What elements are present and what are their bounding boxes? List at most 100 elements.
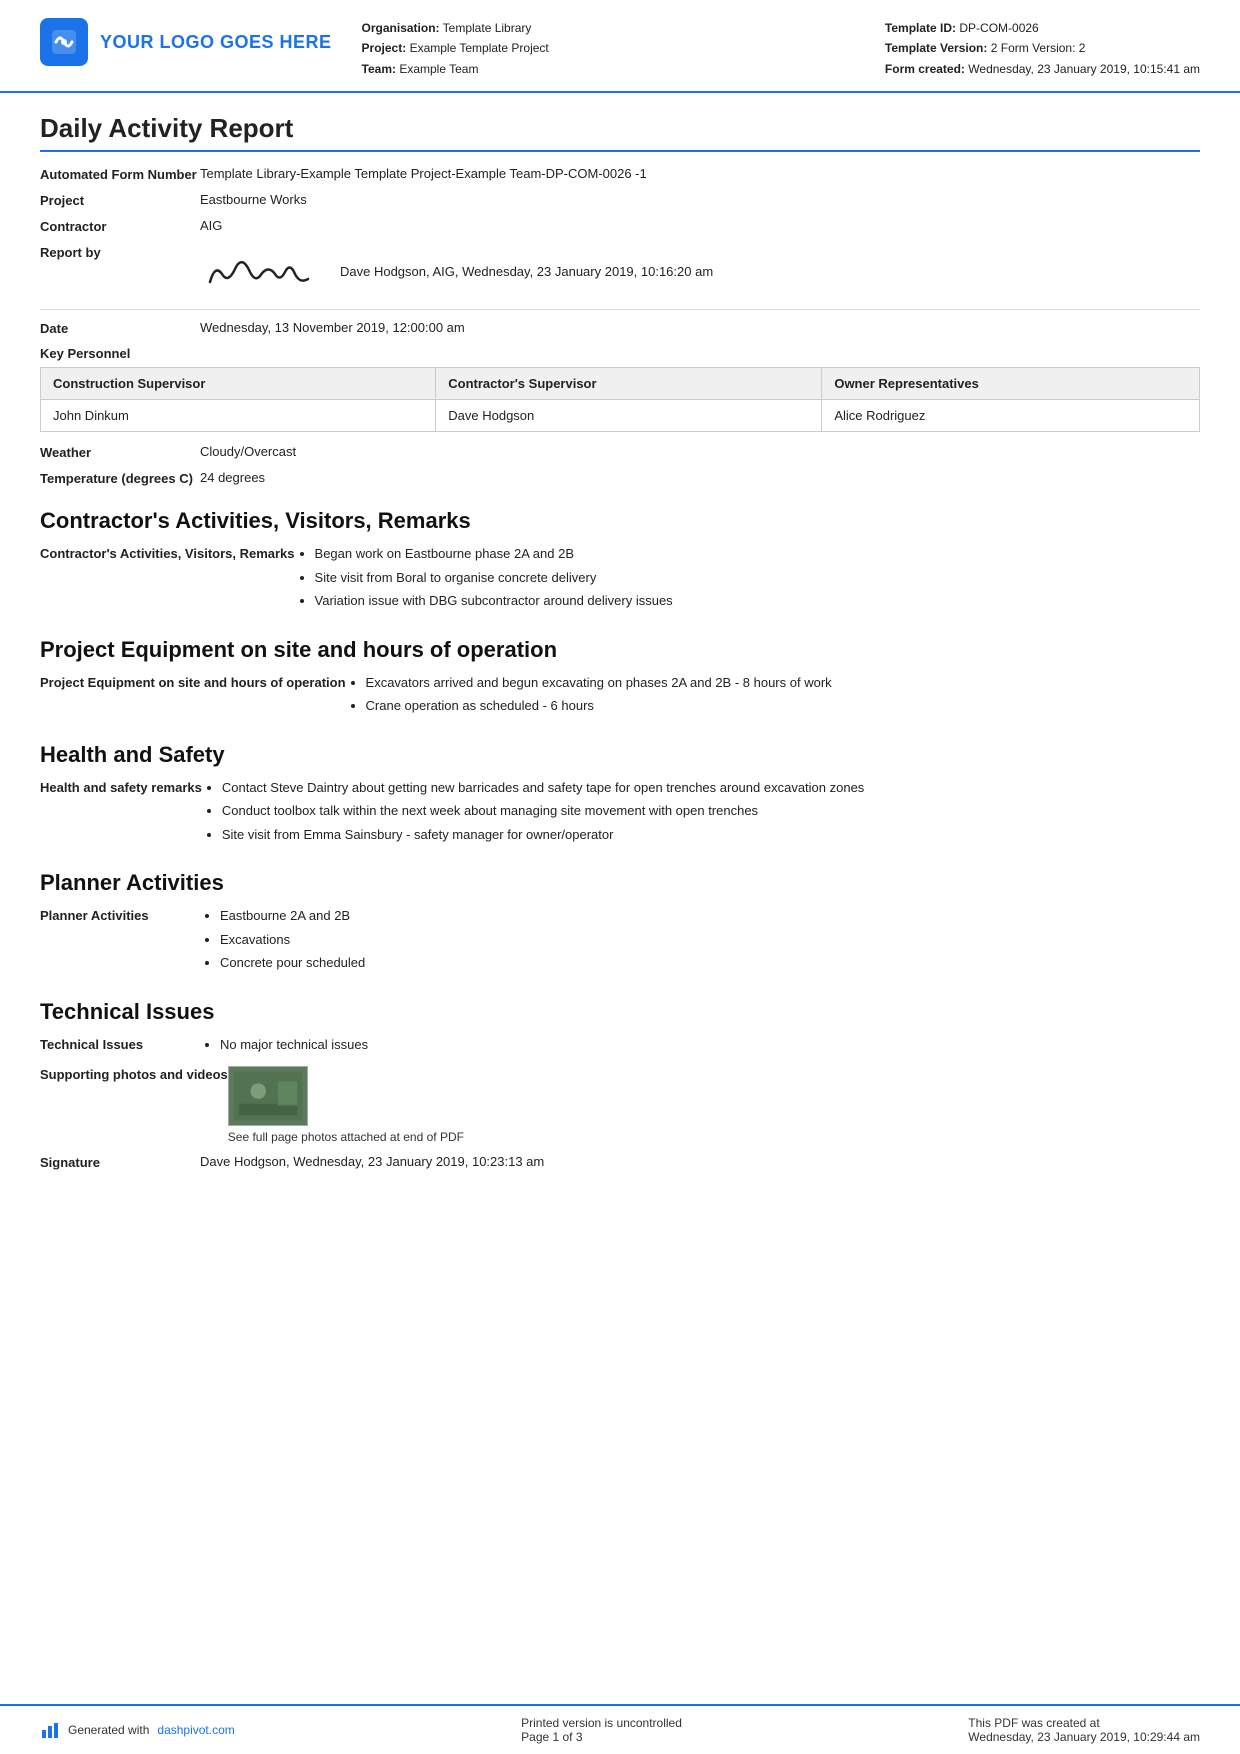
page: YOUR LOGO GOES HERE Organisation: Templa… <box>0 0 1240 1754</box>
team-label: Team: <box>362 62 396 76</box>
health-list: Contact Steve Daintry about getting new … <box>202 778 1200 849</box>
report-title: Daily Activity Report <box>40 113 1200 152</box>
temperature-value: 24 degrees <box>200 470 1200 485</box>
equipment-list: Excavators arrived and begun excavating … <box>346 673 1200 720</box>
list-item: Excavators arrived and begun excavating … <box>366 673 1200 693</box>
contractor-label: Contractor <box>40 218 200 234</box>
project-row: Project Eastbourne Works <box>40 192 1200 208</box>
personnel-header-row: Construction Supervisor Contractor's Sup… <box>41 368 1200 400</box>
report-by-label: Report by <box>40 244 200 260</box>
supporting-value: See full page photos attached at end of … <box>228 1066 1200 1144</box>
signature-row: Signature Dave Hodgson, Wednesday, 23 Ja… <box>40 1154 1200 1170</box>
list-item: Excavations <box>220 930 1200 950</box>
health-label: Health and safety remarks <box>40 778 202 795</box>
main-content: Daily Activity Report Automated Form Num… <box>0 93 1240 1704</box>
list-item: Contact Steve Daintry about getting new … <box>222 778 1200 798</box>
activities-section: Contractor's Activities, Visitors, Remar… <box>40 544 1200 615</box>
pdf-created-text: This PDF was created at <box>968 1716 1200 1730</box>
project-label: Project <box>40 192 200 208</box>
date-value: Wednesday, 13 November 2019, 12:00:00 am <box>200 320 1200 335</box>
project-label: Project: <box>362 41 407 55</box>
key-personnel-label: Key Personnel <box>40 346 1200 361</box>
list-item: Site visit from Boral to organise concre… <box>315 568 1200 588</box>
report-by-field: Dave Hodgson, AIG, Wednesday, 23 January… <box>200 244 1200 299</box>
date-row: Date Wednesday, 13 November 2019, 12:00:… <box>40 320 1200 336</box>
report-by-row: Report by Dave Hodgson, AIG, Wednesday, … <box>40 244 1200 299</box>
template-id-label: Template ID: <box>885 21 956 35</box>
personnel-row1-col1: John Dinkum <box>41 400 436 432</box>
equipment-section: Project Equipment on site and hours of o… <box>40 673 1200 720</box>
personnel-table: Construction Supervisor Contractor's Sup… <box>40 367 1200 432</box>
list-item: No major technical issues <box>220 1035 1200 1055</box>
header-meta-right: Template ID: DP-COM-0026 Template Versio… <box>885 18 1200 79</box>
contractor-value: AIG <box>200 218 1200 233</box>
header-meta: Organisation: Template Library Project: … <box>332 18 885 79</box>
logo-icon <box>40 18 88 66</box>
planner-label: Planner Activities <box>40 906 200 923</box>
header: YOUR LOGO GOES HERE Organisation: Templa… <box>0 0 1240 93</box>
planner-title: Planner Activities <box>40 870 1200 896</box>
org-value: Template Library <box>443 21 532 35</box>
technical-section: Technical Issues No major technical issu… <box>40 1035 1200 1059</box>
weather-label: Weather <box>40 444 200 460</box>
health-section: Health and safety remarks Contact Steve … <box>40 778 1200 849</box>
planner-list: Eastbourne 2A and 2B Excavations Concret… <box>200 906 1200 977</box>
logo-text: YOUR LOGO GOES HERE <box>100 32 332 53</box>
pdf-created-date: Wednesday, 23 January 2019, 10:29:44 am <box>968 1730 1200 1744</box>
signature-label: Signature <box>40 1154 200 1170</box>
personnel-row1-col3: Alice Rodriguez <box>822 400 1200 432</box>
temperature-label: Temperature (degrees C) <box>40 470 200 486</box>
report-by-signature <box>200 244 320 299</box>
list-item: Conduct toolbox talk within the next wee… <box>222 801 1200 821</box>
template-version-label: Template Version: <box>885 41 987 55</box>
personnel-row1-col2: Dave Hodgson <box>436 400 822 432</box>
technical-label: Technical Issues <box>40 1035 200 1052</box>
health-title: Health and Safety <box>40 742 1200 768</box>
project-value: Example Template Project <box>410 41 549 55</box>
footer-right: This PDF was created at Wednesday, 23 Ja… <box>968 1716 1200 1744</box>
contractor-row: Contractor AIG <box>40 218 1200 234</box>
report-by-value: Dave Hodgson, AIG, Wednesday, 23 January… <box>340 264 1200 279</box>
list-item: Crane operation as scheduled - 6 hours <box>366 696 1200 716</box>
footer: Generated with dashpivot.com Printed ver… <box>0 1704 1240 1754</box>
signature-value: Dave Hodgson, Wednesday, 23 January 2019… <box>200 1154 1200 1169</box>
temperature-row: Temperature (degrees C) 24 degrees <box>40 470 1200 486</box>
logo-area: YOUR LOGO GOES HERE <box>40 18 332 66</box>
technical-title: Technical Issues <box>40 999 1200 1025</box>
personnel-col1-header: Construction Supervisor <box>41 368 436 400</box>
org-label: Organisation: <box>362 21 440 35</box>
list-item: Variation issue with DBG subcontractor a… <box>315 591 1200 611</box>
generated-text: Generated with <box>68 1723 149 1737</box>
team-value: Example Team <box>399 62 478 76</box>
signature-area: Dave Hodgson, AIG, Wednesday, 23 January… <box>200 244 1200 299</box>
technical-list: No major technical issues <box>200 1035 1200 1059</box>
equipment-label: Project Equipment on site and hours of o… <box>40 673 346 690</box>
personnel-col3-header: Owner Representatives <box>822 368 1200 400</box>
divider-1 <box>40 309 1200 310</box>
photo-placeholder <box>228 1066 308 1126</box>
activities-list: Began work on Eastbourne phase 2A and 2B… <box>295 544 1200 615</box>
activities-title: Contractor's Activities, Visitors, Remar… <box>40 508 1200 534</box>
list-item: Eastbourne 2A and 2B <box>220 906 1200 926</box>
dashpivot-link[interactable]: dashpivot.com <box>157 1723 234 1737</box>
page-text: Page 1 of 3 <box>521 1730 682 1744</box>
planner-section: Planner Activities Eastbourne 2A and 2B … <box>40 906 1200 977</box>
weather-value: Cloudy/Overcast <box>200 444 1200 459</box>
list-item: Site visit from Emma Sainsbury - safety … <box>222 825 1200 845</box>
supporting-label: Supporting photos and videos <box>40 1066 228 1082</box>
automated-form-number-value: Template Library-Example Template Projec… <box>200 166 1200 181</box>
footer-center: Printed version is uncontrolled Page 1 o… <box>521 1716 682 1744</box>
personnel-data-row: John Dinkum Dave Hodgson Alice Rodriguez <box>41 400 1200 432</box>
supporting-caption: See full page photos attached at end of … <box>228 1130 1200 1144</box>
dashpivot-icon <box>40 1720 60 1740</box>
equipment-title: Project Equipment on site and hours of o… <box>40 637 1200 663</box>
automated-form-number-row: Automated Form Number Template Library-E… <box>40 166 1200 182</box>
template-version-value: 2 Form Version: 2 <box>991 41 1086 55</box>
project-value: Eastbourne Works <box>200 192 1200 207</box>
form-created-label: Form created: <box>885 62 965 76</box>
personnel-col2-header: Contractor's Supervisor <box>436 368 822 400</box>
list-item: Concrete pour scheduled <box>220 953 1200 973</box>
supporting-photos-row: Supporting photos and videos See full pa… <box>40 1066 1200 1144</box>
automated-form-number-label: Automated Form Number <box>40 166 200 182</box>
activities-label: Contractor's Activities, Visitors, Remar… <box>40 544 295 561</box>
